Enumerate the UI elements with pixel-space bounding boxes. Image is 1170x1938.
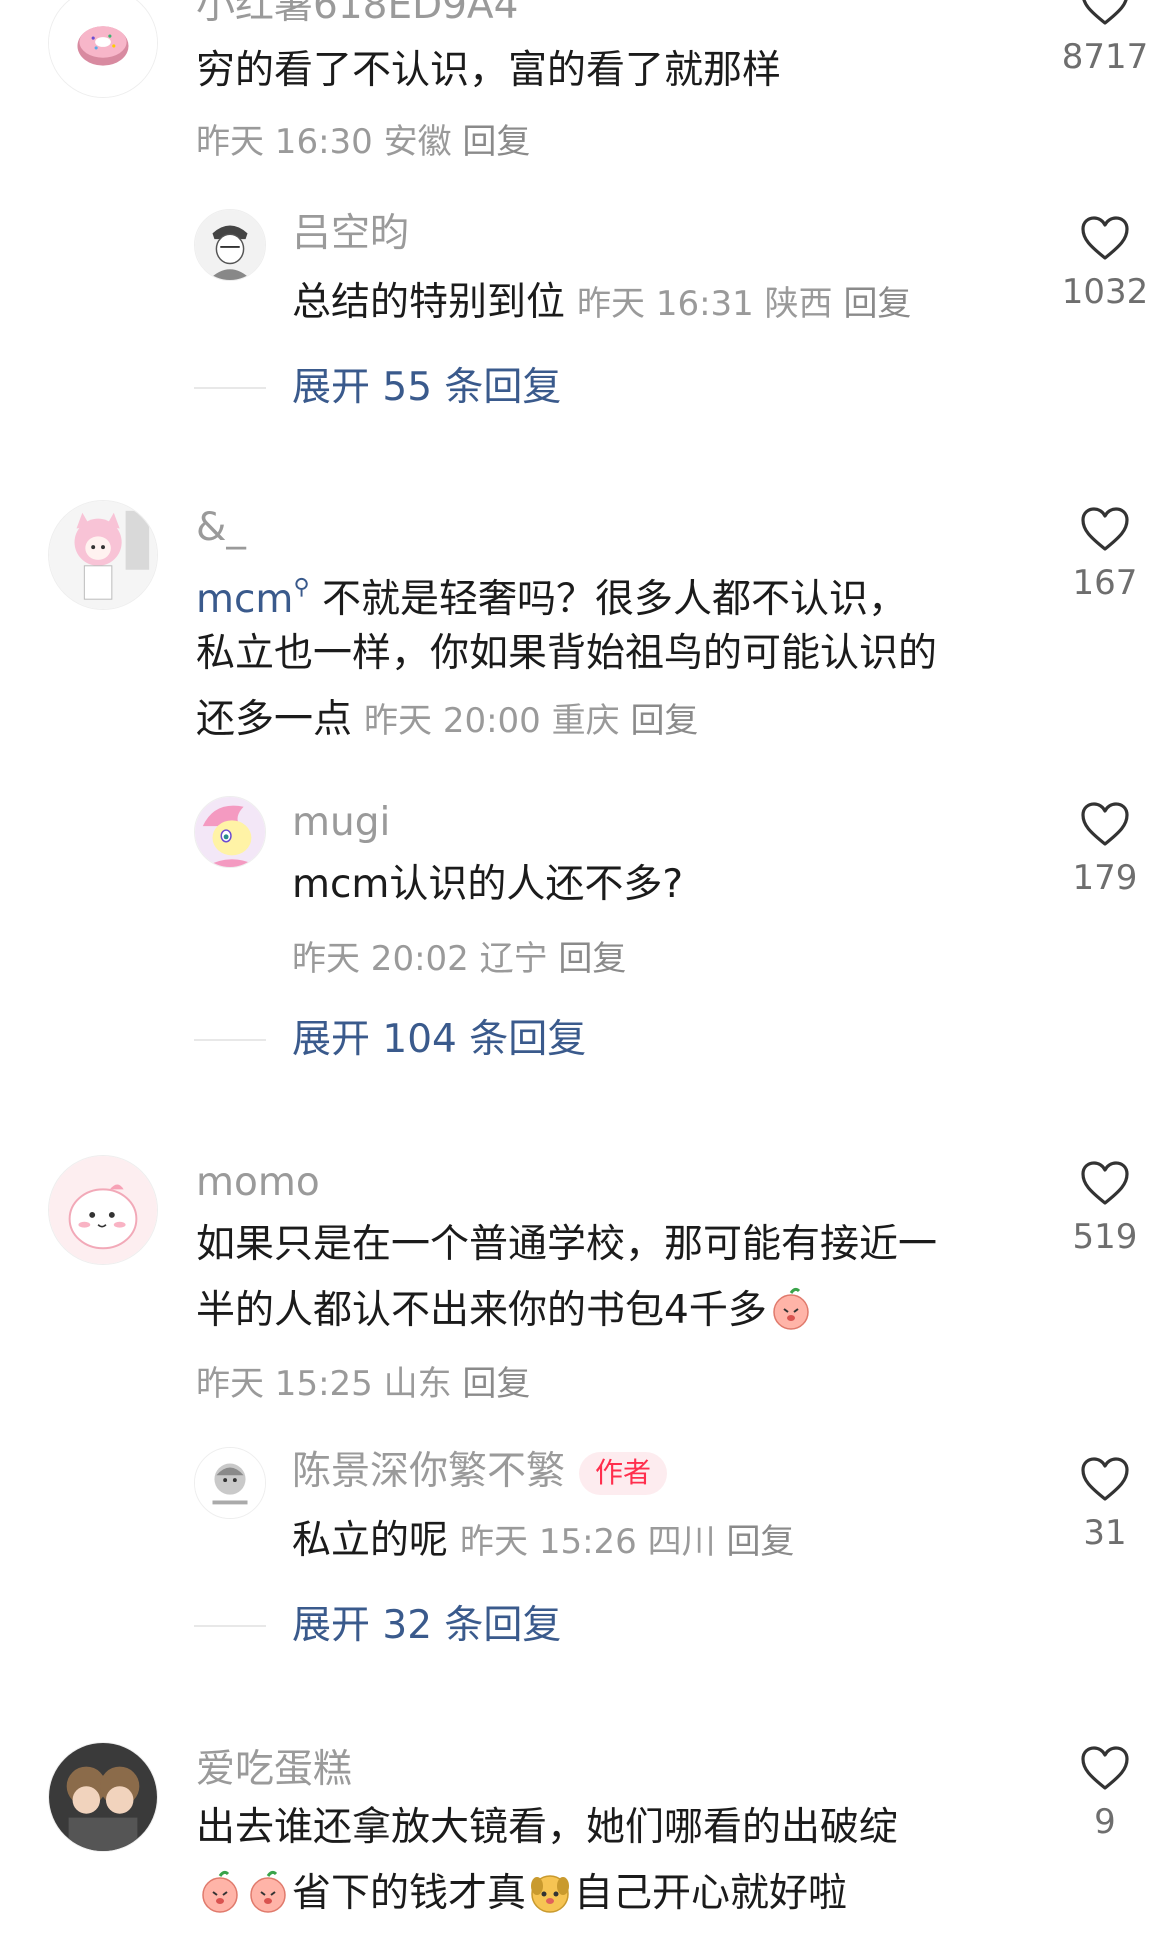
username[interactable]: 爱吃蛋糕 (196, 1750, 352, 1789)
expand-divider (194, 1039, 266, 1041)
heart-outline-icon (1081, 507, 1129, 551)
comment-text: 自己开心就好啦 (574, 1871, 848, 1916)
avatar[interactable] (48, 1742, 158, 1852)
comment-location: 重庆 (551, 701, 620, 741)
like-count: 1032 (1061, 272, 1149, 312)
heart-outline-icon (1081, 1746, 1129, 1790)
reply-time: 昨天 15:26 (460, 1522, 637, 1562)
comment-text-line: 还多一点 昨天 20:00 重庆 回复 (196, 687, 698, 754)
like-button[interactable]: 8717 (1050, 0, 1160, 74)
reply-text-row: 私立的呢 昨天 15:26 四川 回复 (292, 1508, 794, 1575)
comment-text: 还多一点 (196, 697, 353, 742)
heart-outline-icon (1081, 216, 1129, 260)
reply-meta: 昨天 15:26 四川 回复 (460, 1522, 794, 1562)
heart-outline-icon (1081, 1457, 1129, 1501)
heart-outline-icon (1082, 0, 1128, 25)
reply-button[interactable]: 回复 (462, 122, 530, 162)
username[interactable]: mugi (292, 803, 390, 842)
mention-text: mcm (196, 577, 294, 622)
author-badge: 作者 (579, 1452, 668, 1495)
peach-emoji (773, 1287, 809, 1330)
like-count: 519 (1072, 1217, 1138, 1257)
reply-text: mcm认识的人还不多? (292, 862, 684, 907)
comment-text-line: 省下的钱才真 自己开心就好啦 (196, 1861, 847, 1927)
reply-location: 四川 (647, 1522, 716, 1562)
expand-divider (194, 387, 266, 389)
avatar[interactable] (194, 1447, 266, 1519)
comment-text-line: 如果只是在一个普通学校，那可能有接近一 (196, 1222, 938, 1267)
expand-divider (194, 1625, 266, 1627)
reply-button[interactable]: 回复 (558, 939, 626, 979)
comment-meta: 昨天 20:00 重庆 回复 (364, 701, 698, 741)
like-button[interactable]: 9 (1050, 1745, 1160, 1839)
reply-text: 总结的特别到位 (292, 280, 566, 325)
like-button[interactable]: 31 (1050, 1456, 1160, 1550)
avatar[interactable] (48, 1155, 158, 1265)
avatar[interactable] (194, 209, 266, 281)
like-count: 8717 (1061, 37, 1149, 77)
sketch-logo-avatar-icon (195, 1448, 265, 1518)
username[interactable]: 吕空昀 (292, 214, 409, 253)
comment-time: 昨天 16:30 (196, 122, 373, 162)
reply-meta: 昨天 20:02 辽宁 回复 (292, 942, 626, 976)
pink-blob-avatar-icon (49, 1156, 157, 1264)
comment-meta: 昨天 16:30 安徽 回复 (196, 125, 530, 159)
bear-hat-photo-avatar-icon (49, 1743, 157, 1851)
username[interactable]: momo (196, 1163, 320, 1202)
reply-location: 陕西 (764, 284, 833, 324)
comment-text: 穷的看了不认识，富的看了就那样 (196, 48, 782, 93)
comment-text: 不就是轻奢吗？很多人都不认识， (321, 577, 907, 622)
expand-replies-button[interactable]: 展开 32 条回复 (292, 1606, 561, 1645)
like-button[interactable]: 179 (1050, 801, 1160, 895)
comment-text-line: 半的人都认不出来你的书包4千多 (196, 1278, 815, 1344)
reply-button[interactable]: 回复 (630, 701, 698, 741)
reply-button[interactable]: 回复 (843, 284, 911, 324)
avatar[interactable] (48, 0, 158, 98)
like-count: 9 (1094, 1802, 1116, 1842)
peach-emoji (250, 1870, 286, 1913)
puppy-emoji (531, 1875, 570, 1913)
username[interactable]: 小红薯618ED9A4 (196, 0, 518, 25)
comment-text-line: 私立也一样，你如果背始祖鸟的可能认识的 (196, 631, 938, 676)
reply-time: 昨天 16:31 (577, 284, 754, 324)
like-count: 31 (1083, 1513, 1127, 1553)
expand-replies-button[interactable]: 展开 55 条回复 (292, 368, 561, 407)
sketch-portrait-avatar-icon (195, 210, 265, 280)
comment-text: 半的人都认不出来你的书包4千多 (196, 1288, 767, 1333)
search-icon: ⚲ (293, 575, 310, 600)
expand-replies-button[interactable]: 展开 104 条回复 (292, 1020, 586, 1059)
like-count: 179 (1072, 858, 1138, 898)
avatar[interactable] (194, 796, 266, 868)
comment-time: 昨天 15:25 (196, 1364, 373, 1404)
reply-text-row: 总结的特别到位 昨天 16:31 陕西 回复 (292, 270, 911, 337)
username[interactable]: &_ (196, 508, 246, 547)
username[interactable]: 陈景深你繁不繁 (292, 1449, 565, 1494)
heart-outline-icon (1081, 1161, 1129, 1205)
comment-location: 山东 (383, 1364, 452, 1404)
reply-location: 辽宁 (479, 939, 548, 979)
like-button[interactable]: 519 (1050, 1160, 1160, 1254)
reply-button[interactable]: 回复 (462, 1364, 530, 1404)
anime-girl-avatar-icon (49, 501, 157, 609)
comment-time: 昨天 20:00 (364, 701, 541, 741)
pony-avatar-icon (195, 797, 265, 867)
comment-location: 安徽 (383, 122, 452, 162)
reply-time: 昨天 20:02 (292, 939, 469, 979)
reply-meta: 昨天 16:31 陕西 回复 (577, 284, 911, 324)
username-row: 陈景深你繁不繁 作者 (292, 1449, 668, 1495)
donut-avatar-icon (49, 0, 157, 97)
reply-text: 私立的呢 (292, 1518, 449, 1563)
avatar[interactable] (48, 500, 158, 610)
comment-text: 省下的钱才真 (292, 1871, 527, 1916)
mention-link[interactable]: mcm⚲ (196, 575, 310, 622)
like-count: 167 (1072, 563, 1138, 603)
reply-button[interactable]: 回复 (726, 1522, 794, 1562)
like-button[interactable]: 167 (1050, 506, 1160, 600)
comment-feed: 小红薯618ED9A4 8717 穷的看了不认识，富的看了就那样 昨天 16:3… (0, 0, 1170, 1938)
heart-outline-icon (1081, 802, 1129, 846)
like-button[interactable]: 1032 (1050, 215, 1160, 309)
peach-emoji (202, 1870, 238, 1913)
comment-meta: 昨天 15:25 山东 回复 (196, 1367, 530, 1401)
comment-text-line: 出去谁还拿放大镜看，她们哪看的出破绽 (196, 1805, 899, 1850)
